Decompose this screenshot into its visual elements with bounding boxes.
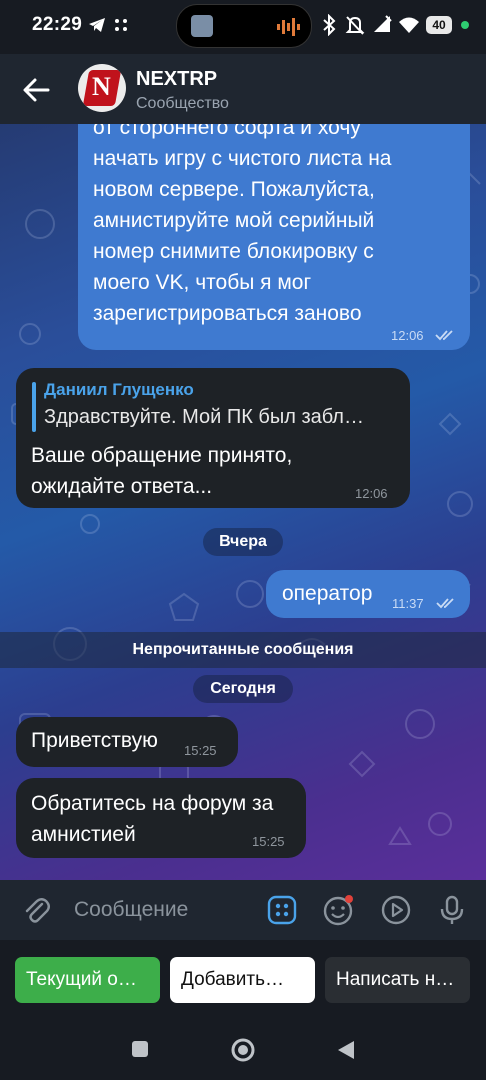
- mute-icon: [345, 16, 365, 35]
- telegram-notification-icon: [89, 18, 105, 32]
- dynamic-island[interactable]: [176, 4, 312, 48]
- message-text-line: зарегистрироваться заново: [93, 302, 362, 325]
- message-text-line: номер снимите блокировку с: [93, 240, 374, 263]
- video-message-icon[interactable]: [380, 894, 412, 926]
- bot-keyboard-icon[interactable]: [266, 894, 298, 926]
- incoming-message-bubble[interactable]: Обратитесь на форум за амнистией 15:25: [16, 778, 306, 858]
- avatar-logo-letter: N: [92, 72, 111, 101]
- community-avatar[interactable]: N: [78, 64, 126, 112]
- reply-author-name[interactable]: Даниил Глущенко: [44, 380, 194, 400]
- privacy-indicator-dot: [461, 21, 469, 29]
- wifi-icon: [399, 17, 419, 33]
- message-text: Приветствую: [31, 729, 158, 752]
- reply-quote-bar: [32, 382, 36, 432]
- message-time: 15:25: [184, 743, 217, 758]
- status-time: 22:29: [32, 14, 83, 35]
- message-input-bar: Сообщение: [0, 880, 486, 940]
- bot-button-write[interactable]: Написать н…: [325, 957, 470, 1003]
- media-thumbnail: [191, 15, 213, 37]
- emoji-sticker-icon[interactable]: [322, 894, 354, 926]
- message-text-line: ожидайте ответа...: [31, 475, 213, 498]
- back-nav-icon[interactable]: [336, 1039, 356, 1061]
- chat-message-area[interactable]: от стороннего софта и хочу начать игру с…: [0, 124, 486, 880]
- message-text-line: начать игру с чистого листа на: [93, 147, 392, 170]
- message-text-line: амнистией: [31, 823, 136, 846]
- reply-quote-text[interactable]: Здравствуйте. Мой ПК был забл…: [44, 406, 364, 429]
- chat-title[interactable]: NEXTRP: [136, 68, 217, 91]
- date-separator-today: Сегодня: [193, 675, 293, 703]
- outgoing-message-bubble[interactable]: оператор 11:37: [266, 570, 470, 618]
- message-text-line: новом сервере. Пожалуйста,: [93, 178, 375, 201]
- home-icon[interactable]: [230, 1037, 256, 1063]
- signal-icon: [374, 15, 392, 32]
- message-time: 12:06: [391, 328, 424, 343]
- incoming-message-bubble[interactable]: Даниил Глущенко Здравствуйте. Мой ПК был…: [16, 368, 410, 508]
- message-text-line: моего VK, чтобы я мог: [93, 271, 312, 294]
- message-time: 15:25: [252, 834, 285, 849]
- message-text-line: Ваше обращение принято,: [31, 444, 293, 467]
- message-text: оператор: [282, 582, 373, 605]
- unread-messages-divider: Непрочитанные сообщения: [0, 632, 486, 668]
- audio-wave-icon: [277, 18, 300, 36]
- message-input-field[interactable]: Сообщение: [74, 898, 188, 922]
- bluetooth-icon: [323, 14, 336, 36]
- microphone-icon[interactable]: [436, 894, 468, 926]
- attach-paperclip-icon[interactable]: [20, 894, 52, 926]
- incoming-message-bubble[interactable]: Приветствую 15:25: [16, 717, 238, 767]
- date-separator-yesterday: Вчера: [203, 528, 283, 556]
- more-notifications-icon: [115, 19, 127, 31]
- message-text-line: амнистируйте мой серийный: [93, 209, 375, 232]
- battery-indicator: 40: [426, 16, 452, 34]
- message-text-line: от стороннего софта и хочу: [93, 124, 361, 139]
- message-time: 11:37: [392, 596, 424, 611]
- message-text-line: Обратитесь на форум за: [31, 792, 274, 815]
- chat-header: N NEXTRP Сообщество: [0, 54, 486, 124]
- bot-button-current[interactable]: Текущий о…: [15, 957, 160, 1003]
- chat-subtitle: Сообщество: [136, 95, 229, 112]
- bot-button-add[interactable]: Добавить…: [170, 957, 315, 1003]
- message-time: 12:06: [355, 486, 388, 501]
- back-arrow-icon[interactable]: [18, 72, 54, 108]
- outgoing-message-bubble[interactable]: от стороннего софта и хочу начать игру с…: [78, 124, 470, 350]
- bot-keyboard-row: Текущий о… Добавить… Написать н…: [0, 940, 486, 1020]
- double-check-read-icon: [435, 330, 453, 341]
- status-bar: 22:29 40: [0, 0, 486, 54]
- system-navigation-bar: [0, 1020, 486, 1080]
- double-check-read-icon: [436, 598, 454, 609]
- recent-apps-icon[interactable]: [131, 1040, 149, 1058]
